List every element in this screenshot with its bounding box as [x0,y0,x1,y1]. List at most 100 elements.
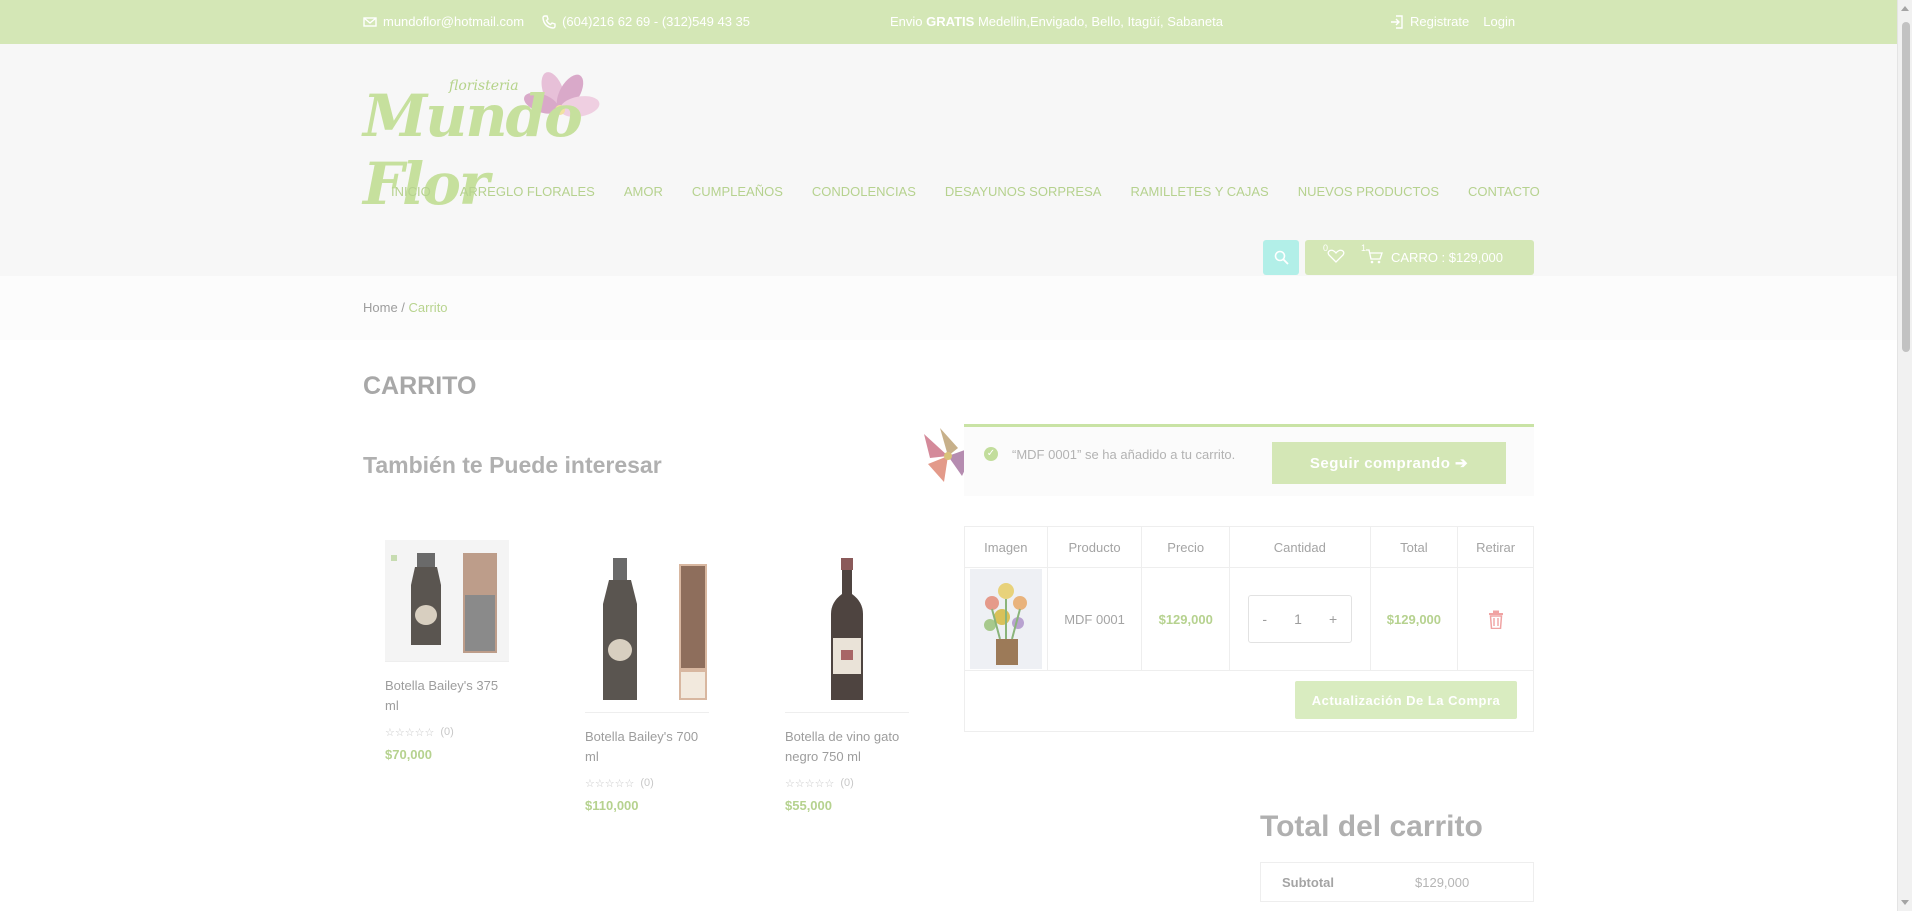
arrow-right-icon: ➔ [1450,455,1469,472]
nav-arreglo-florales[interactable]: ARREGLO FLORALES [460,184,595,199]
header-imagen: Imagen [965,527,1048,567]
site-header: floristeria Mundo Flor INICIO ARREGLO FL… [0,44,1897,276]
related-product-card[interactable]: Botella de vino gato negro 750 ml ☆☆☆☆☆ … [785,545,909,813]
related-title: También te Puede interesar [363,452,662,478]
header-cantidad: Cantidad [1230,527,1371,567]
product-image[interactable] [785,545,909,713]
cart-notice: ✓ “MDF 0001” se ha añadido a tu carrito.… [964,424,1534,496]
email-link[interactable]: mundoflor@hotmail.com [363,14,524,29]
contact-info: mundoflor@hotmail.com (604)216 62 69 - (… [363,14,750,29]
nav-nuevos-productos[interactable]: NUEVOS PRODUCTOS [1298,184,1439,199]
review-count: (0) [440,726,454,738]
product-price: $70,000 [385,747,432,762]
review-count: (0) [640,777,654,789]
header-precio: Precio [1142,527,1231,567]
flower-arrangement-image-icon[interactable] [969,569,1042,669]
shipping-notice: Envio GRATIS Medellin,Envigado, Bello, I… [890,14,1223,29]
nav-condolencias[interactable]: CONDOLENCIAS [812,184,916,199]
heart-icon [1327,249,1345,263]
product-rating: ☆☆☆☆☆ (0) [385,726,509,739]
nav-contacto[interactable]: CONTACTO [1468,184,1540,199]
phone-icon [542,14,556,29]
scroll-up-arrow-icon[interactable] [1901,6,1909,11]
update-cart-button[interactable]: Actualización De La Compra [1295,681,1517,719]
shipping-bold: GRATIS [926,14,975,29]
search-button[interactable] [1263,240,1299,275]
search-icon [1274,250,1289,265]
product-image[interactable] [385,540,509,662]
product-name[interactable]: Botella Bailey's 700 ml [585,727,709,767]
cart-item-row: MDF 0001 $129,000 - 1 + $129,000 [965,568,1533,671]
email-text: mundoflor@hotmail.com [383,14,525,29]
product-rating: ☆☆☆☆☆ (0) [585,777,709,790]
shipping-prefix: Envio [890,14,923,29]
register-link[interactable]: Registrate [1390,14,1469,29]
phone-link[interactable]: (604)216 62 69 - (312)549 43 35 [542,14,750,29]
cart-link[interactable]: 1 [1361,243,1383,267]
header-retirar: Retirar [1476,539,1516,555]
cart-item-product[interactable]: MDF 0001 [1048,568,1143,670]
page-title: CARRITO [363,372,477,400]
main-nav: INICIO ARREGLO FLORALES AMOR CUMPLEAÑOS … [391,184,1569,199]
wishlist-link[interactable]: 0 [1323,243,1345,266]
cart-button[interactable]: 0 1 CARRO : $129,000 [1305,240,1534,275]
rating-stars-icon: ☆☆☆☆☆ [585,778,635,790]
breadcrumb-bar: Home / Carrito [0,276,1897,340]
rating-stars-icon: ☆☆☆☆☆ [385,727,435,739]
product-price: $55,000 [785,798,832,813]
product-image[interactable] [585,545,709,713]
quantity-value[interactable]: 1 [1294,611,1302,627]
mail-icon [363,16,377,27]
breadcrumb: Home / Carrito [363,300,448,315]
trash-icon[interactable] [1488,610,1504,629]
baileys-700-image-icon [603,557,707,700]
cart-count: 1 [1361,242,1367,253]
notice-message: “MDF 0001” se ha añadido a tu carrito. [1012,447,1236,462]
continue-shopping-label: Seguir comprando [1309,454,1451,472]
login-link[interactable]: Login [1483,14,1515,29]
cart-totals-title: Total del carrito [1260,810,1483,843]
breadcrumb-home[interactable]: Home [363,300,398,315]
product-rating: ☆☆☆☆☆ (0) [785,777,909,790]
sign-in-icon [1391,14,1403,29]
quantity-increment-button[interactable]: + [1329,611,1337,627]
product-name[interactable]: Botella Bailey's 375 ml [385,676,509,716]
cart-item-remove-cell [1458,568,1533,670]
baileys-375-image-icon [391,552,497,653]
review-count: (0) [840,777,854,789]
header-total: Total [1371,527,1459,567]
scroll-down-arrow-icon[interactable] [1901,900,1909,905]
breadcrumb-current: Carrito [408,300,448,315]
nav-inicio[interactable]: INICIO [391,184,431,199]
cart-totals-table: Subtotal $129,000 [1260,862,1534,902]
top-bar: mundoflor@hotmail.com (604)216 62 69 - (… [0,0,1897,44]
page-scrollbar[interactable] [1897,0,1912,911]
nav-amor[interactable]: AMOR [624,184,663,199]
related-product-card[interactable]: Botella Bailey's 700 ml ☆☆☆☆☆ (0) $110,0… [585,545,709,813]
quantity-stepper[interactable]: - 1 + [1247,595,1352,643]
cart-table: Imagen Producto Precio Cantidad Total Re… [964,526,1534,732]
product-name[interactable]: Botella de vino gato negro 750 ml [785,727,909,767]
quantity-decrement-button[interactable]: - [1262,611,1267,627]
nav-cumpleanos[interactable]: CUMPLEAÑOS [692,184,783,199]
site-logo[interactable]: floristeria Mundo Flor [363,70,673,218]
related-product-card[interactable]: Botella Bailey's 375 ml ☆☆☆☆☆ (0) $70,00… [385,540,509,762]
cart-item-quantity-cell: - 1 + [1230,568,1371,670]
phone-text: (604)216 62 69 - (312)549 43 35 [562,14,751,29]
scrollbar-thumb[interactable] [1902,22,1910,352]
header-producto: Producto [1048,527,1143,567]
login-label: Login [1483,14,1516,29]
shipping-cities: Medellin,Envigado, Bello, Itagüí, Sabane… [977,14,1223,29]
nav-desayunos-sorpresa[interactable]: DESAYUNOS SORPRESA [945,184,1102,199]
subtotal-label: Subtotal [1282,874,1334,890]
cart-actions-row: Actualización De La Compra [965,671,1533,731]
cart-item-total: $129,000 [1371,568,1459,670]
rating-stars-icon: ☆☆☆☆☆ [785,778,835,790]
continue-shopping-button[interactable]: Seguir comprando ➔ [1272,442,1506,484]
subtotal-value: $129,000 [1415,874,1470,890]
nav-ramilletes-y-cajas[interactable]: RAMILLETES Y CAJAS [1130,184,1268,199]
cart-icon [1366,248,1383,263]
wine-bottle-image-icon [831,557,863,700]
cart-total-label: CARRO : $129,000 [1391,250,1504,265]
cart-item-price: $129,000 [1142,568,1231,670]
